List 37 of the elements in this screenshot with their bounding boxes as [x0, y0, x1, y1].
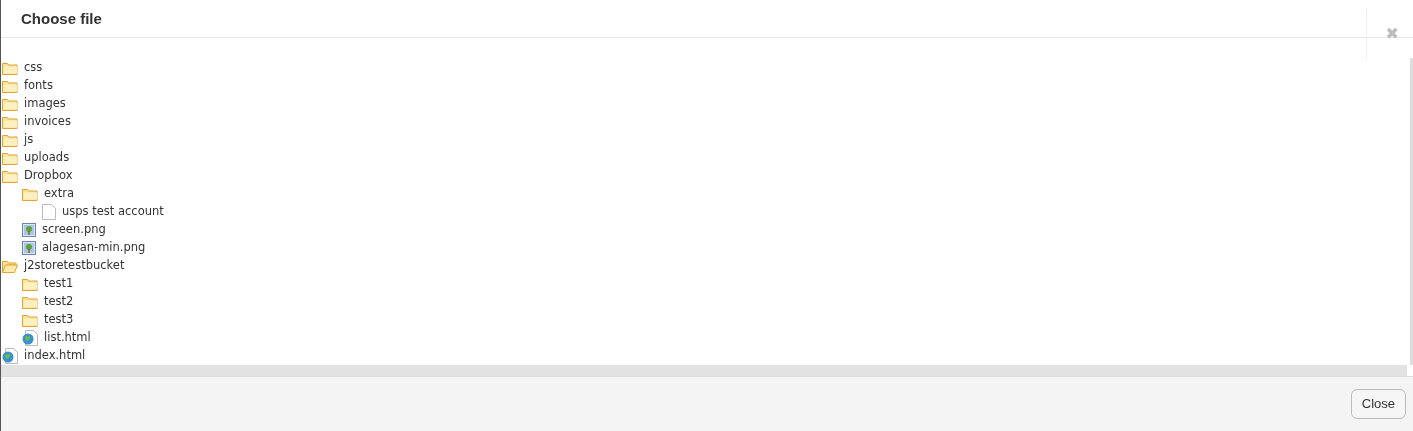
- file-icon: [42, 204, 56, 220]
- folder-icon: [22, 187, 38, 201]
- file-name[interactable]: alagesan-min.png: [42, 239, 146, 257]
- folder-icon: [22, 313, 38, 327]
- folder-name[interactable]: test2: [44, 293, 74, 311]
- folder-icon: [2, 133, 18, 147]
- folder-name[interactable]: extra: [44, 185, 74, 203]
- folder-name[interactable]: js: [24, 131, 34, 149]
- folder-icon: [22, 295, 38, 309]
- folder-name[interactable]: uploads: [24, 149, 70, 167]
- folder-icon: [2, 169, 18, 183]
- file-name[interactable]: screen.png: [42, 221, 106, 239]
- folder-icon: [22, 277, 38, 291]
- web-file-icon: [2, 348, 18, 364]
- dialog-title: Choose file: [21, 9, 102, 28]
- horizontal-scrollbar[interactable]: [1, 365, 1407, 376]
- folder-name[interactable]: test1: [44, 275, 74, 293]
- folder-icon: [2, 115, 18, 129]
- folder-icon: [2, 97, 18, 111]
- folder-name[interactable]: j2storetestbucket: [24, 257, 125, 275]
- file-name[interactable]: list.html: [44, 329, 91, 347]
- folder-icon: [2, 61, 18, 75]
- open-folder-icon: [2, 259, 18, 273]
- folder-icon: [2, 151, 18, 165]
- folder-name[interactable]: test3: [44, 311, 74, 329]
- folder-icon: [2, 79, 18, 93]
- folder-name[interactable]: invoices: [24, 113, 71, 131]
- file-name[interactable]: index.html: [24, 347, 86, 365]
- web-file-icon: [22, 330, 38, 346]
- folder-name[interactable]: images: [24, 95, 66, 113]
- folder-name[interactable]: css: [24, 59, 43, 77]
- folder-name[interactable]: fonts: [24, 77, 53, 95]
- file-name[interactable]: usps test account: [62, 203, 164, 221]
- image-file-icon: [22, 223, 36, 237]
- image-file-icon: [22, 241, 36, 255]
- folder-name[interactable]: Dropbox: [24, 167, 73, 185]
- close-button[interactable]: Close: [1350, 389, 1406, 419]
